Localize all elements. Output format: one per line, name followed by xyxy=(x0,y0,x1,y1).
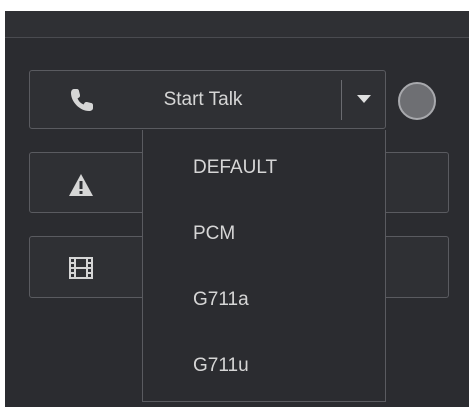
chevron-down-icon xyxy=(357,95,371,103)
codec-option-pcm[interactable]: PCM xyxy=(143,204,385,264)
split-divider xyxy=(341,80,342,120)
panel-header xyxy=(5,11,469,38)
start-talk-button[interactable]: Start Talk xyxy=(29,70,386,129)
codec-option-g711u[interactable]: G711u xyxy=(143,336,385,396)
warning-icon xyxy=(68,173,94,197)
window-top-strip xyxy=(0,0,469,11)
film-icon xyxy=(68,256,94,280)
talk-status-indicator xyxy=(398,82,436,120)
codec-option-g711a[interactable]: G711a xyxy=(143,270,385,330)
codec-dropdown-toggle[interactable] xyxy=(343,71,386,128)
codec-option-default[interactable]: DEFAULT xyxy=(143,138,385,198)
codec-dropdown-menu: DEFAULT PCM G711a G711u xyxy=(142,130,386,402)
start-talk-label: Start Talk xyxy=(163,89,243,110)
control-panel: Start Talk DEFAULT PCM G711a G711u xyxy=(5,11,469,407)
